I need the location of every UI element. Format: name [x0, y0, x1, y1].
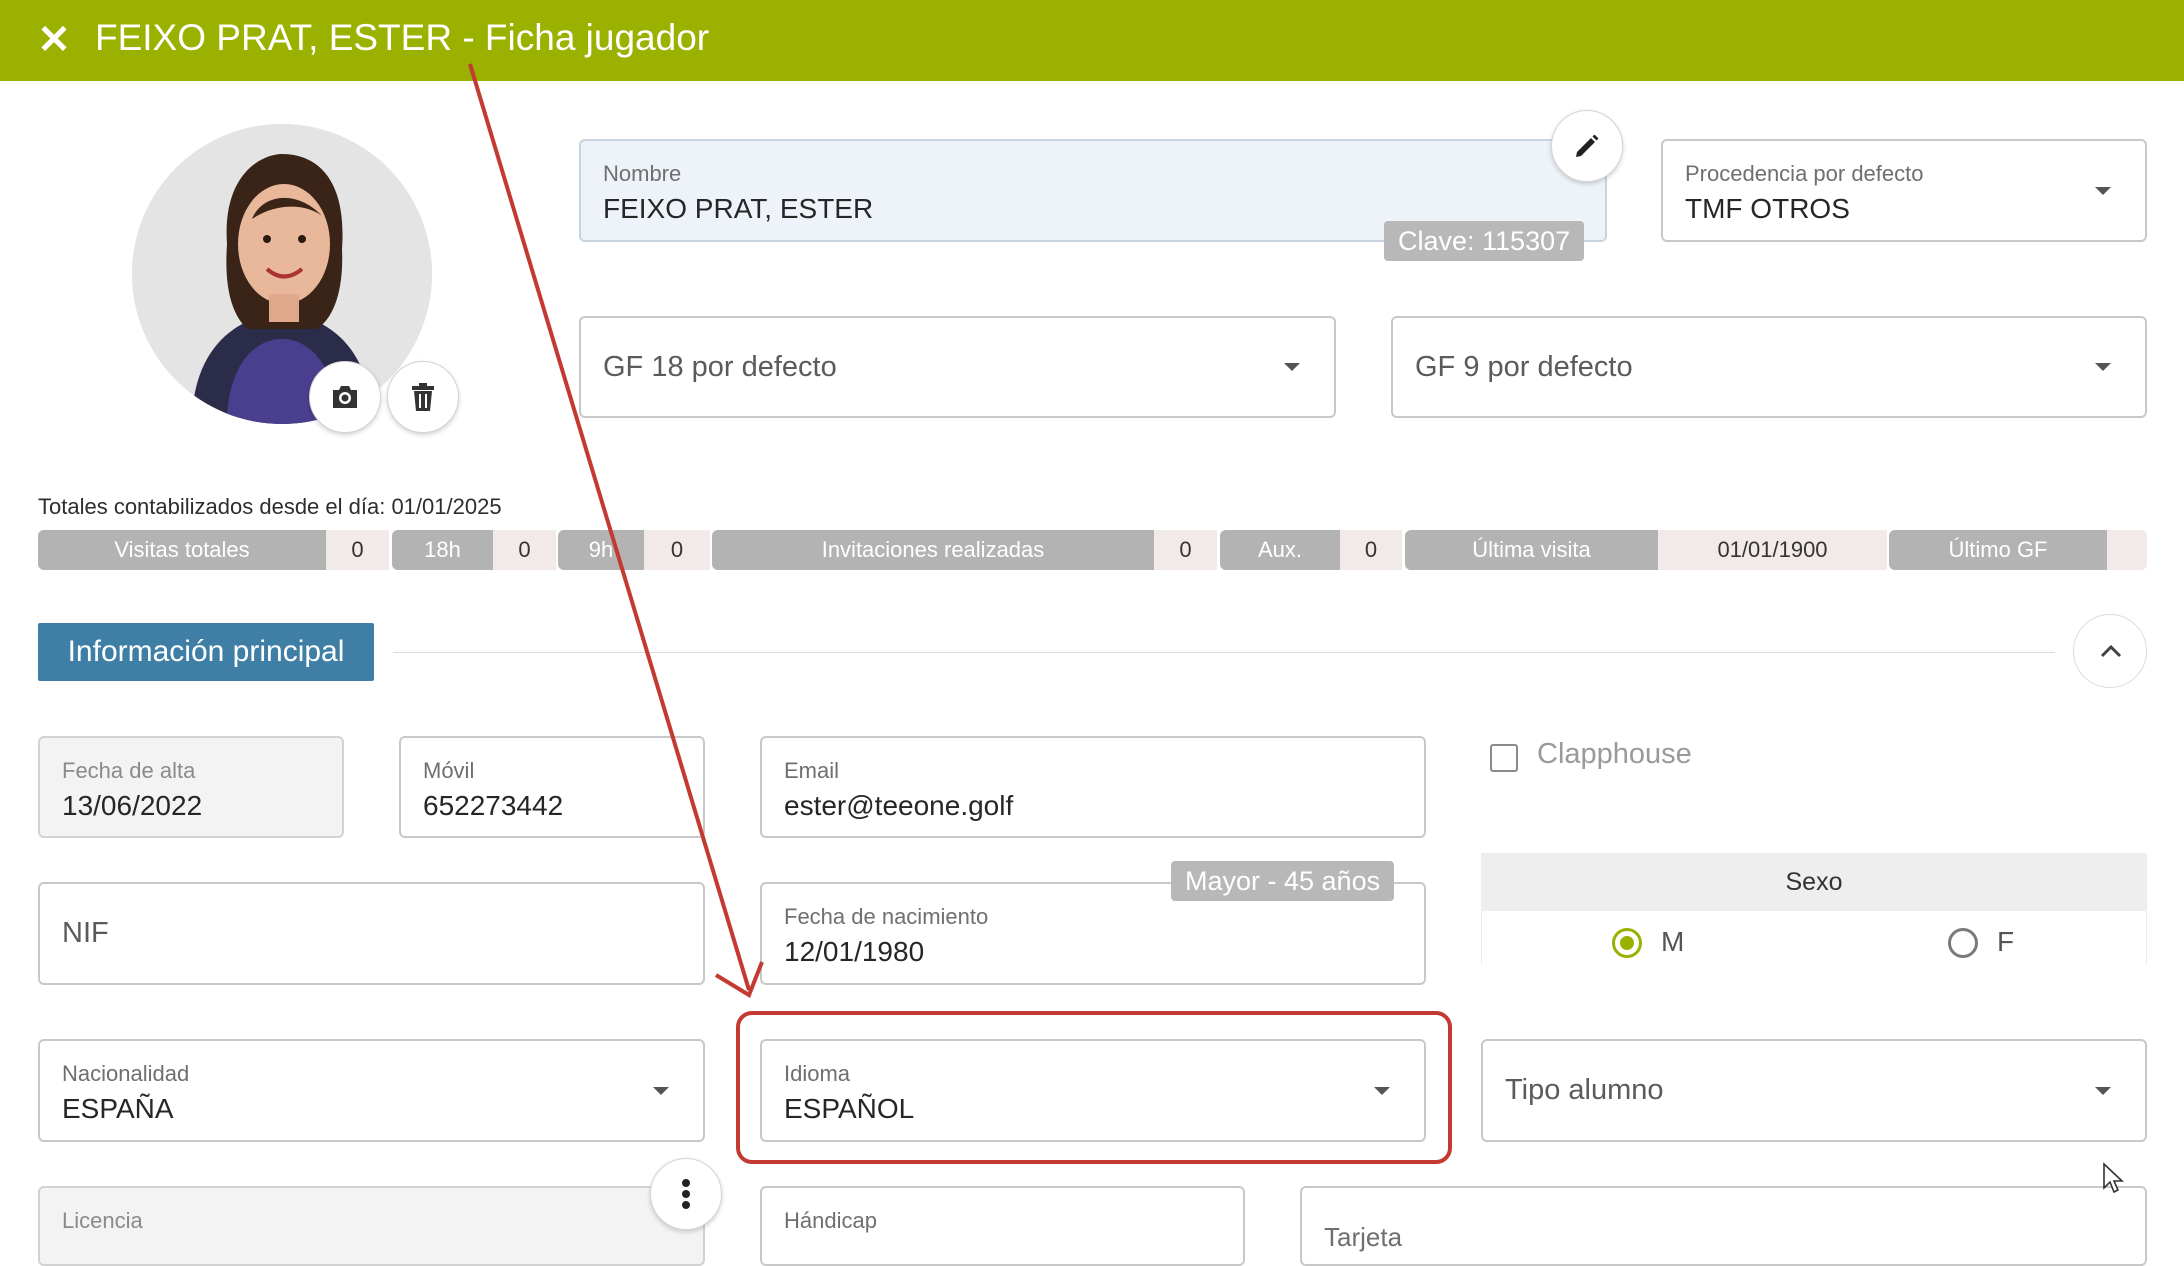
gf18-select[interactable]: GF 18 por defecto: [579, 316, 1336, 418]
stat-value-9h: 0: [644, 530, 710, 570]
stat-label-ultimo-gf: Último GF: [1889, 530, 2107, 570]
camera-icon: [333, 386, 357, 408]
stat-label-9h: 9h: [558, 530, 644, 570]
chevron-down-icon: [2095, 1086, 2111, 1095]
stat-value-visitas: 0: [326, 530, 389, 570]
collapse-section-button[interactable]: [2073, 614, 2147, 688]
camera-button[interactable]: [309, 361, 381, 433]
stat-value-18h: 0: [493, 530, 556, 570]
section-divider: [393, 652, 2055, 653]
nif-field[interactable]: NIF: [38, 882, 705, 985]
fecha-nacimiento-value: 12/01/1980: [784, 936, 925, 967]
more-vertical-icon: [682, 1179, 690, 1209]
licencia-label: Licencia: [62, 1208, 143, 1233]
movil-value: 652273442: [423, 790, 564, 821]
fecha-alta-value: 13/06/2022: [62, 790, 203, 821]
close-icon[interactable]: ✕: [34, 18, 74, 62]
stat-label-visitas: Visitas totales: [38, 530, 326, 570]
gf9-select[interactable]: GF 9 por defecto: [1391, 316, 2147, 418]
age-badge: Mayor - 45 años: [1171, 861, 1395, 901]
nacionalidad-select[interactable]: Nacionalidad ESPAÑA: [38, 1039, 705, 1142]
delete-photo-button[interactable]: [387, 361, 459, 433]
sexo-options: [1481, 911, 2147, 965]
trash-icon: [412, 383, 434, 411]
email-field[interactable]: Email ester@teeone.golf: [760, 736, 1426, 838]
procedencia-label: Procedencia por defecto: [1685, 161, 1924, 186]
chevron-down-icon: [653, 1086, 669, 1095]
sexo-radio-m[interactable]: [1612, 928, 1642, 958]
stat-label-aux: Aux.: [1220, 530, 1340, 570]
stat-value-aux: 0: [1340, 530, 1402, 570]
sexo-radio-f[interactable]: [1948, 928, 1978, 958]
stat-value-invitaciones: 0: [1154, 530, 1217, 570]
nacionalidad-value: ESPAÑA: [62, 1093, 174, 1124]
mouse-cursor-icon: [2103, 1162, 2125, 1194]
nif-placeholder: NIF: [62, 917, 109, 949]
gf18-placeholder: GF 18 por defecto: [603, 350, 837, 383]
edit-name-button[interactable]: [1551, 110, 1623, 182]
tipo-alumno-select[interactable]: Tipo alumno: [1481, 1039, 2147, 1142]
procedencia-select[interactable]: Procedencia por defecto TMF OTROS: [1661, 139, 2147, 242]
sexo-label-f: F: [1997, 926, 2015, 957]
chevron-down-icon: [1284, 363, 1300, 371]
chevron-up-icon: [2100, 644, 2122, 658]
handicap-field[interactable]: Hándicap: [760, 1186, 1245, 1266]
stat-label-18h: 18h: [392, 530, 493, 570]
movil-label: Móvil: [423, 758, 475, 783]
gf9-placeholder: GF 9 por defecto: [1415, 350, 1633, 383]
tipo-alumno-placeholder: Tipo alumno: [1505, 1074, 1664, 1106]
name-label: Nombre: [603, 161, 682, 186]
clave-badge: Clave: 115307: [1384, 221, 1585, 261]
sexo-label-m: M: [1661, 926, 1685, 957]
totals-label: Totales contabilizados desde el día: 01/…: [38, 494, 502, 519]
stat-value-ultimo-gf: [2107, 530, 2147, 570]
fecha-alta-field: Fecha de alta 13/06/2022: [38, 736, 344, 838]
clapphouse-label: Clapphouse: [1537, 738, 1692, 770]
procedencia-value: TMF OTROS: [1685, 193, 1850, 224]
tarjeta-field[interactable]: Tarjeta: [1300, 1186, 2147, 1266]
chevron-down-icon: [2095, 363, 2111, 371]
licencia-field: Licencia: [38, 1186, 705, 1266]
fecha-alta-label: Fecha de alta: [62, 758, 196, 783]
licencia-more-button[interactable]: [650, 1158, 722, 1230]
annotation-highlight-box: [736, 1011, 1452, 1164]
fecha-nacimiento-label: Fecha de nacimiento: [784, 904, 989, 929]
email-value: ester@teeone.golf: [784, 790, 1014, 821]
player-photo: [132, 124, 432, 424]
sexo-header: Sexo: [1481, 853, 2147, 911]
tarjeta-label: Tarjeta: [1324, 1222, 1403, 1252]
stat-value-ultima-visita: 01/01/1900: [1658, 530, 1887, 570]
movil-field[interactable]: Móvil 652273442: [399, 736, 705, 838]
chevron-down-icon: [2095, 186, 2111, 195]
nacionalidad-label: Nacionalidad: [62, 1061, 190, 1086]
page-title: FEIXO PRAT, ESTER - Ficha jugador: [95, 17, 710, 58]
section-informacion-principal[interactable]: Información principal: [38, 623, 374, 681]
stat-label-invitaciones: Invitaciones realizadas: [712, 530, 1154, 570]
pencil-icon: [1576, 134, 1599, 157]
stat-label-ultima-visita: Última visita: [1405, 530, 1658, 570]
name-value: FEIXO PRAT, ESTER: [603, 193, 874, 224]
clapphouse-checkbox[interactable]: [1490, 744, 1518, 772]
email-label: Email: [784, 758, 840, 783]
handicap-label: Hándicap: [784, 1208, 877, 1233]
